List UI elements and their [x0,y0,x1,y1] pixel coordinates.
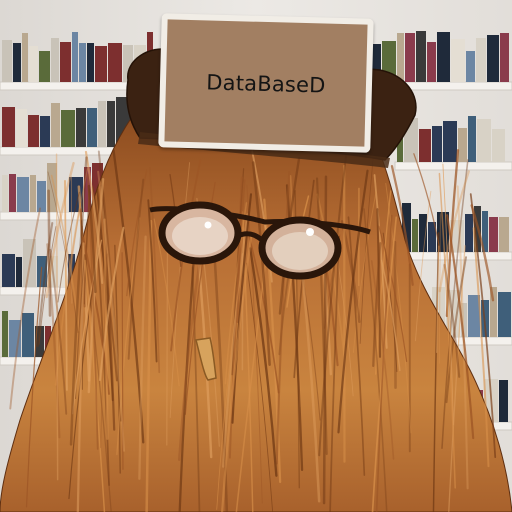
book [466,51,475,82]
book [79,43,86,82]
book [40,116,50,147]
book [22,33,28,82]
book [419,129,431,162]
book [107,101,115,147]
book [476,38,486,82]
book [37,181,46,212]
book [60,42,71,82]
book [76,108,86,147]
book [416,31,426,82]
book [500,33,509,82]
book [487,35,499,82]
book [492,129,505,162]
book [468,116,476,162]
book [98,101,106,147]
book [443,121,457,162]
book [61,110,75,147]
book [498,292,511,337]
book [2,254,15,287]
book [2,40,12,82]
book [95,46,107,82]
book [9,174,16,212]
shelf-board [394,161,512,171]
book [30,175,36,212]
shelf-board [399,251,512,261]
sign-label: DataBaseD [206,70,326,98]
book [499,217,509,252]
scene: DataBaseD [0,0,512,512]
book [16,109,27,147]
book [51,38,59,82]
book [87,43,94,82]
name-sign: DataBaseD [158,13,374,153]
book [499,380,508,422]
book [72,32,78,82]
book [432,126,442,162]
book [87,108,97,147]
book [2,175,8,212]
book [397,33,404,82]
book [451,39,465,82]
book [412,219,418,252]
book [22,313,34,357]
hair-strand [393,240,397,389]
book [477,119,491,162]
book [437,32,450,82]
book [28,115,39,147]
book [465,214,473,252]
book [17,177,29,212]
book [405,33,415,82]
book [458,128,467,162]
book [2,107,15,147]
book [468,295,480,337]
book [16,257,22,287]
book [108,43,122,82]
book [489,217,498,252]
book [13,43,21,82]
book [51,103,60,147]
book [2,311,8,357]
book [427,42,436,82]
book [29,46,38,82]
hair-strand [166,223,169,446]
book [39,51,50,82]
